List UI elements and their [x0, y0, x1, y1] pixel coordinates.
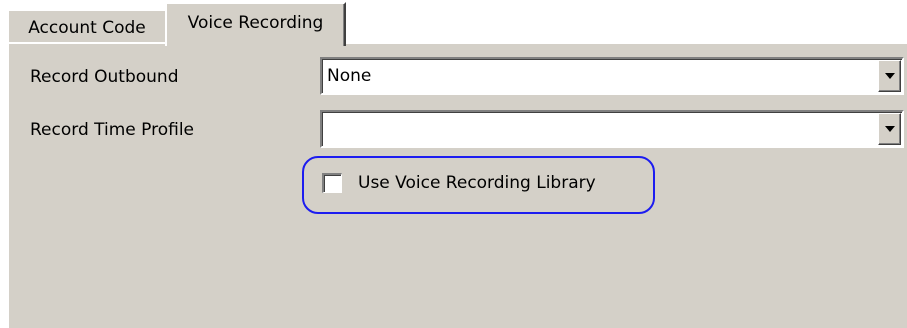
record-outbound-select[interactable]: None	[320, 57, 904, 95]
record-outbound-value: None	[327, 66, 372, 86]
chevron-down-icon	[884, 73, 895, 79]
voice-recording-panel: Record Outbound None Record Time Profile…	[7, 42, 907, 328]
tab-voice-recording-label: Voice Recording	[187, 13, 324, 33]
record-outbound-dropdown-button[interactable]	[878, 60, 901, 92]
chevron-down-icon	[884, 126, 895, 132]
record-time-profile-select[interactable]	[320, 110, 904, 148]
tab-account-code-label: Account Code	[28, 18, 146, 38]
tab-account-code[interactable]: Account Code	[7, 9, 167, 43]
tab-voice-recording[interactable]: Voice Recording	[165, 2, 346, 46]
use-voice-recording-library-label[interactable]: Use Voice Recording Library	[358, 173, 596, 193]
record-time-profile-dropdown-button[interactable]	[878, 113, 901, 145]
record-outbound-label: Record Outbound	[30, 67, 179, 87]
use-voice-recording-library-checkbox[interactable]	[322, 173, 342, 193]
record-time-profile-label: Record Time Profile	[30, 120, 195, 140]
